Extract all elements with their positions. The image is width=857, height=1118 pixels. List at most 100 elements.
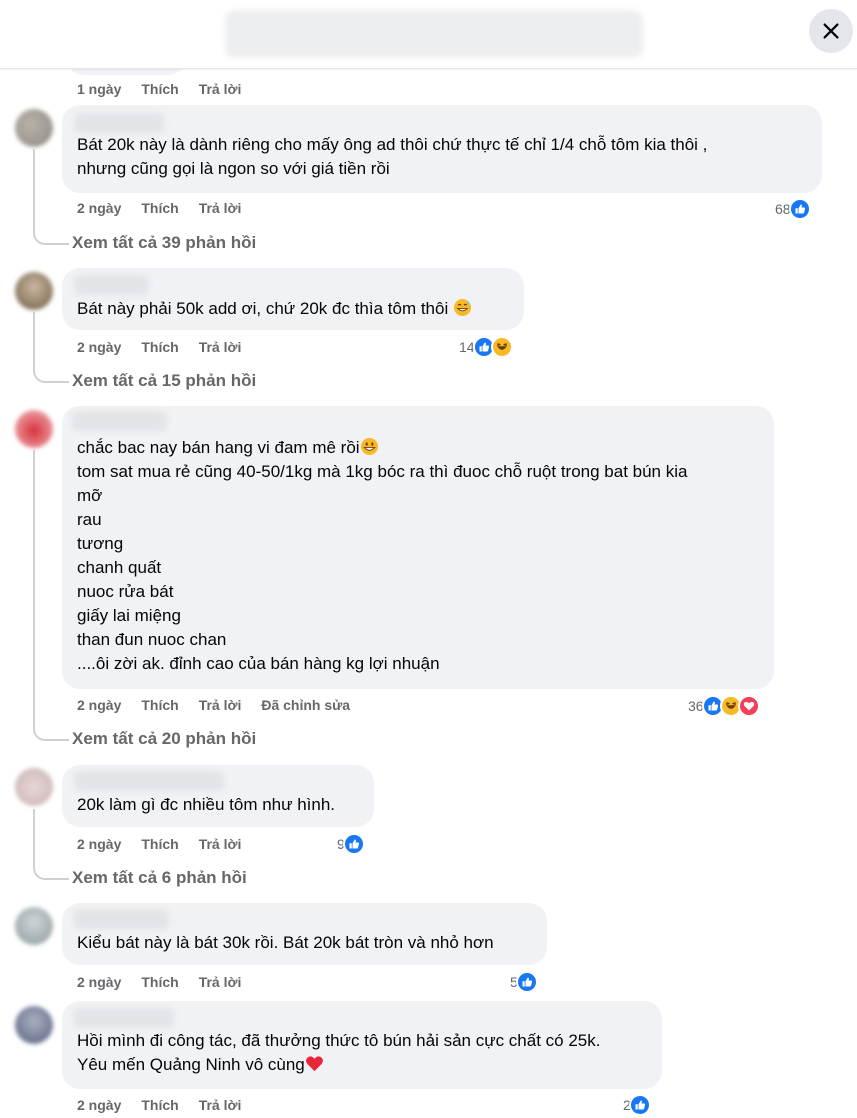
reaction-summary[interactable]: 14 bbox=[459, 336, 513, 358]
comment-time[interactable]: 2 ngày bbox=[77, 974, 121, 990]
like-reaction-icon bbox=[342, 833, 365, 855]
reaction-summary[interactable]: 9 bbox=[337, 833, 365, 855]
avatar[interactable] bbox=[15, 410, 53, 448]
reaction-summary[interactable]: 5 bbox=[510, 971, 538, 993]
like-link[interactable]: Thích bbox=[141, 974, 178, 990]
comment-line: Bát này phải 50k add ơi, chứ 20k đc thìa… bbox=[77, 299, 449, 318]
edited-label: Đã chỉnh sửa bbox=[261, 697, 351, 713]
like-link[interactable]: Thích bbox=[141, 200, 178, 216]
avatar[interactable] bbox=[15, 907, 53, 945]
haha-reaction-icon bbox=[490, 336, 513, 358]
reaction-summary[interactable]: 2 bbox=[623, 1094, 651, 1116]
comment-text: chắc bac nay bán hang vi đam mê rồi tom … bbox=[77, 436, 687, 676]
comment-line: chắc bac nay bán hang vi đam mê rồi bbox=[77, 438, 360, 457]
like-reaction-icon bbox=[788, 198, 811, 220]
like-link[interactable]: Thích bbox=[141, 836, 178, 852]
grin-sweat-emoji bbox=[453, 298, 472, 317]
reaction-summary[interactable]: 68 bbox=[775, 198, 811, 220]
commenter-name-blurred[interactable] bbox=[74, 1008, 174, 1028]
comment-line: tom sat mua rẻ cũng 40-50/1kg mà 1kg bóc… bbox=[77, 462, 688, 481]
comment-bubble: Bát này phải 50k add ơi, chứ 20k đc thìa… bbox=[62, 268, 524, 330]
comment-bubble: 20k làm gì đc nhiều tôm như hình. bbox=[62, 765, 374, 827]
comment-line: ....ôi zời ak. đỉnh cao của bán hàng kg … bbox=[77, 654, 440, 673]
commenter-name-blurred[interactable] bbox=[72, 411, 167, 431]
like-reaction-icon bbox=[515, 971, 538, 993]
comment-line: nuoc rửa bát bbox=[77, 582, 174, 601]
thread-connector bbox=[33, 864, 69, 880]
commenter-name-blurred[interactable] bbox=[74, 275, 149, 295]
comment-bubble: Hồi mình đi công tác, đã thưởng thức tô … bbox=[62, 1001, 662, 1089]
comment-actions: 2 ngày Thích Trả lời bbox=[77, 339, 261, 355]
comment-bubble: chắc bac nay bán hang vi đam mê rồi tom … bbox=[62, 406, 774, 689]
comment-line: Hồi mình đi công tác, đã thưởng thức tô … bbox=[77, 1031, 601, 1050]
comment-line: mỡ bbox=[77, 486, 103, 505]
comment-actions: 1 ngày Thích Trả lời bbox=[77, 81, 261, 97]
comment-line: than đun nuoc chan bbox=[77, 630, 227, 649]
like-reaction-icon bbox=[628, 1094, 651, 1116]
comment-actions: 2 ngày Thích Trả lời bbox=[77, 200, 261, 216]
avatar[interactable] bbox=[15, 109, 53, 147]
comment-time[interactable]: 2 ngày bbox=[77, 339, 121, 355]
commenter-name-blurred[interactable] bbox=[74, 909, 169, 929]
thread-line bbox=[33, 809, 35, 864]
comment-actions: 2 ngày Thích Trả lời bbox=[77, 974, 261, 990]
thread-connector bbox=[33, 229, 69, 245]
view-all-replies-link[interactable]: Xem tất cả 20 phản hồi bbox=[72, 729, 256, 749]
thread-line bbox=[33, 450, 35, 725]
view-all-replies-link[interactable]: Xem tất cả 39 phản hồi bbox=[72, 233, 256, 253]
comment-line: tương bbox=[77, 534, 124, 553]
thread-connector bbox=[33, 725, 69, 741]
comment-line: rau bbox=[77, 510, 102, 529]
avatar[interactable] bbox=[15, 1006, 53, 1044]
comment-line: giấy lai miệng bbox=[77, 606, 181, 625]
comment-line: 20k làm gì đc nhiều tôm như hình. bbox=[77, 795, 336, 814]
comment-line: Yêu mến Quảng Ninh vô cùng bbox=[77, 1055, 305, 1074]
comment-bubble: Bát 20k này là dành riêng cho mấy ông ad… bbox=[62, 105, 822, 193]
comment-text: Bát 20k này là dành riêng cho mấy ông ad… bbox=[77, 133, 707, 181]
grinning-emoji bbox=[360, 437, 378, 456]
like-link[interactable]: Thích bbox=[141, 697, 178, 713]
comment-line: nhưng cũng gọi là ngon so với giá tiền r… bbox=[77, 159, 390, 178]
comment-time[interactable]: 2 ngày bbox=[77, 200, 121, 216]
commenter-name-blurred[interactable] bbox=[74, 771, 224, 791]
reply-link[interactable]: Trả lời bbox=[199, 836, 242, 852]
comment-actions: 2 ngày Thích Trả lời bbox=[77, 1097, 261, 1113]
reaction-summary[interactable]: 36 bbox=[688, 695, 760, 717]
comment-line: Kiểu bát này là bát 30k rồi. Bát 20k bát… bbox=[77, 933, 494, 952]
thread-line bbox=[33, 312, 35, 367]
comment-text: Bát này phải 50k add ơi, chứ 20k đc thìa… bbox=[77, 297, 472, 321]
comment-text: Hồi mình đi công tác, đã thưởng thức tô … bbox=[77, 1029, 600, 1077]
reply-link[interactable]: Trả lời bbox=[199, 697, 242, 713]
reply-link[interactable]: Trả lời bbox=[199, 81, 242, 97]
avatar[interactable] bbox=[15, 272, 53, 310]
thread-line bbox=[33, 149, 35, 229]
reply-link[interactable]: Trả lời bbox=[199, 200, 242, 216]
comment-line: chanh quất bbox=[77, 558, 162, 577]
avatar[interactable] bbox=[15, 768, 53, 806]
view-all-replies-link[interactable]: Xem tất cả 15 phản hồi bbox=[72, 371, 256, 391]
close-button[interactable] bbox=[809, 9, 853, 53]
comment-bubble: Kiểu bát này là bát 30k rồi. Bát 20k bát… bbox=[62, 903, 547, 965]
commenter-name-blurred[interactable] bbox=[74, 113, 164, 133]
like-link[interactable]: Thích bbox=[141, 339, 178, 355]
thread-connector bbox=[33, 367, 69, 383]
comment-time[interactable]: 1 ngày bbox=[77, 81, 121, 97]
dialog-header bbox=[0, 0, 857, 69]
view-all-replies-link[interactable]: Xem tất cả 6 phản hồi bbox=[72, 868, 247, 888]
comment-actions: 2 ngày Thích Trả lời Đã chỉnh sửa bbox=[77, 697, 370, 713]
like-link[interactable]: Thích bbox=[141, 81, 178, 97]
comment-time[interactable]: 2 ngày bbox=[77, 1097, 121, 1113]
comment-text: 20k làm gì đc nhiều tôm như hình. bbox=[77, 793, 335, 817]
reply-link[interactable]: Trả lời bbox=[199, 974, 242, 990]
comment-actions: 2 ngày Thích Trả lời bbox=[77, 836, 261, 852]
like-link[interactable]: Thích bbox=[141, 1097, 178, 1113]
comments-list: 1 ngày Thích Trả lời Bát 20k này là dành… bbox=[0, 51, 857, 1118]
comment-time[interactable]: 2 ngày bbox=[77, 836, 121, 852]
comment-line: Bát 20k này là dành riêng cho mấy ông ad… bbox=[77, 135, 708, 154]
reply-link[interactable]: Trả lời bbox=[199, 339, 242, 355]
reply-link[interactable]: Trả lời bbox=[199, 1097, 242, 1113]
comment-text: Kiểu bát này là bát 30k rồi. Bát 20k bát… bbox=[77, 931, 494, 955]
post-title-blurred bbox=[225, 10, 643, 58]
comment-time[interactable]: 2 ngày bbox=[77, 697, 121, 713]
close-icon bbox=[823, 23, 839, 39]
